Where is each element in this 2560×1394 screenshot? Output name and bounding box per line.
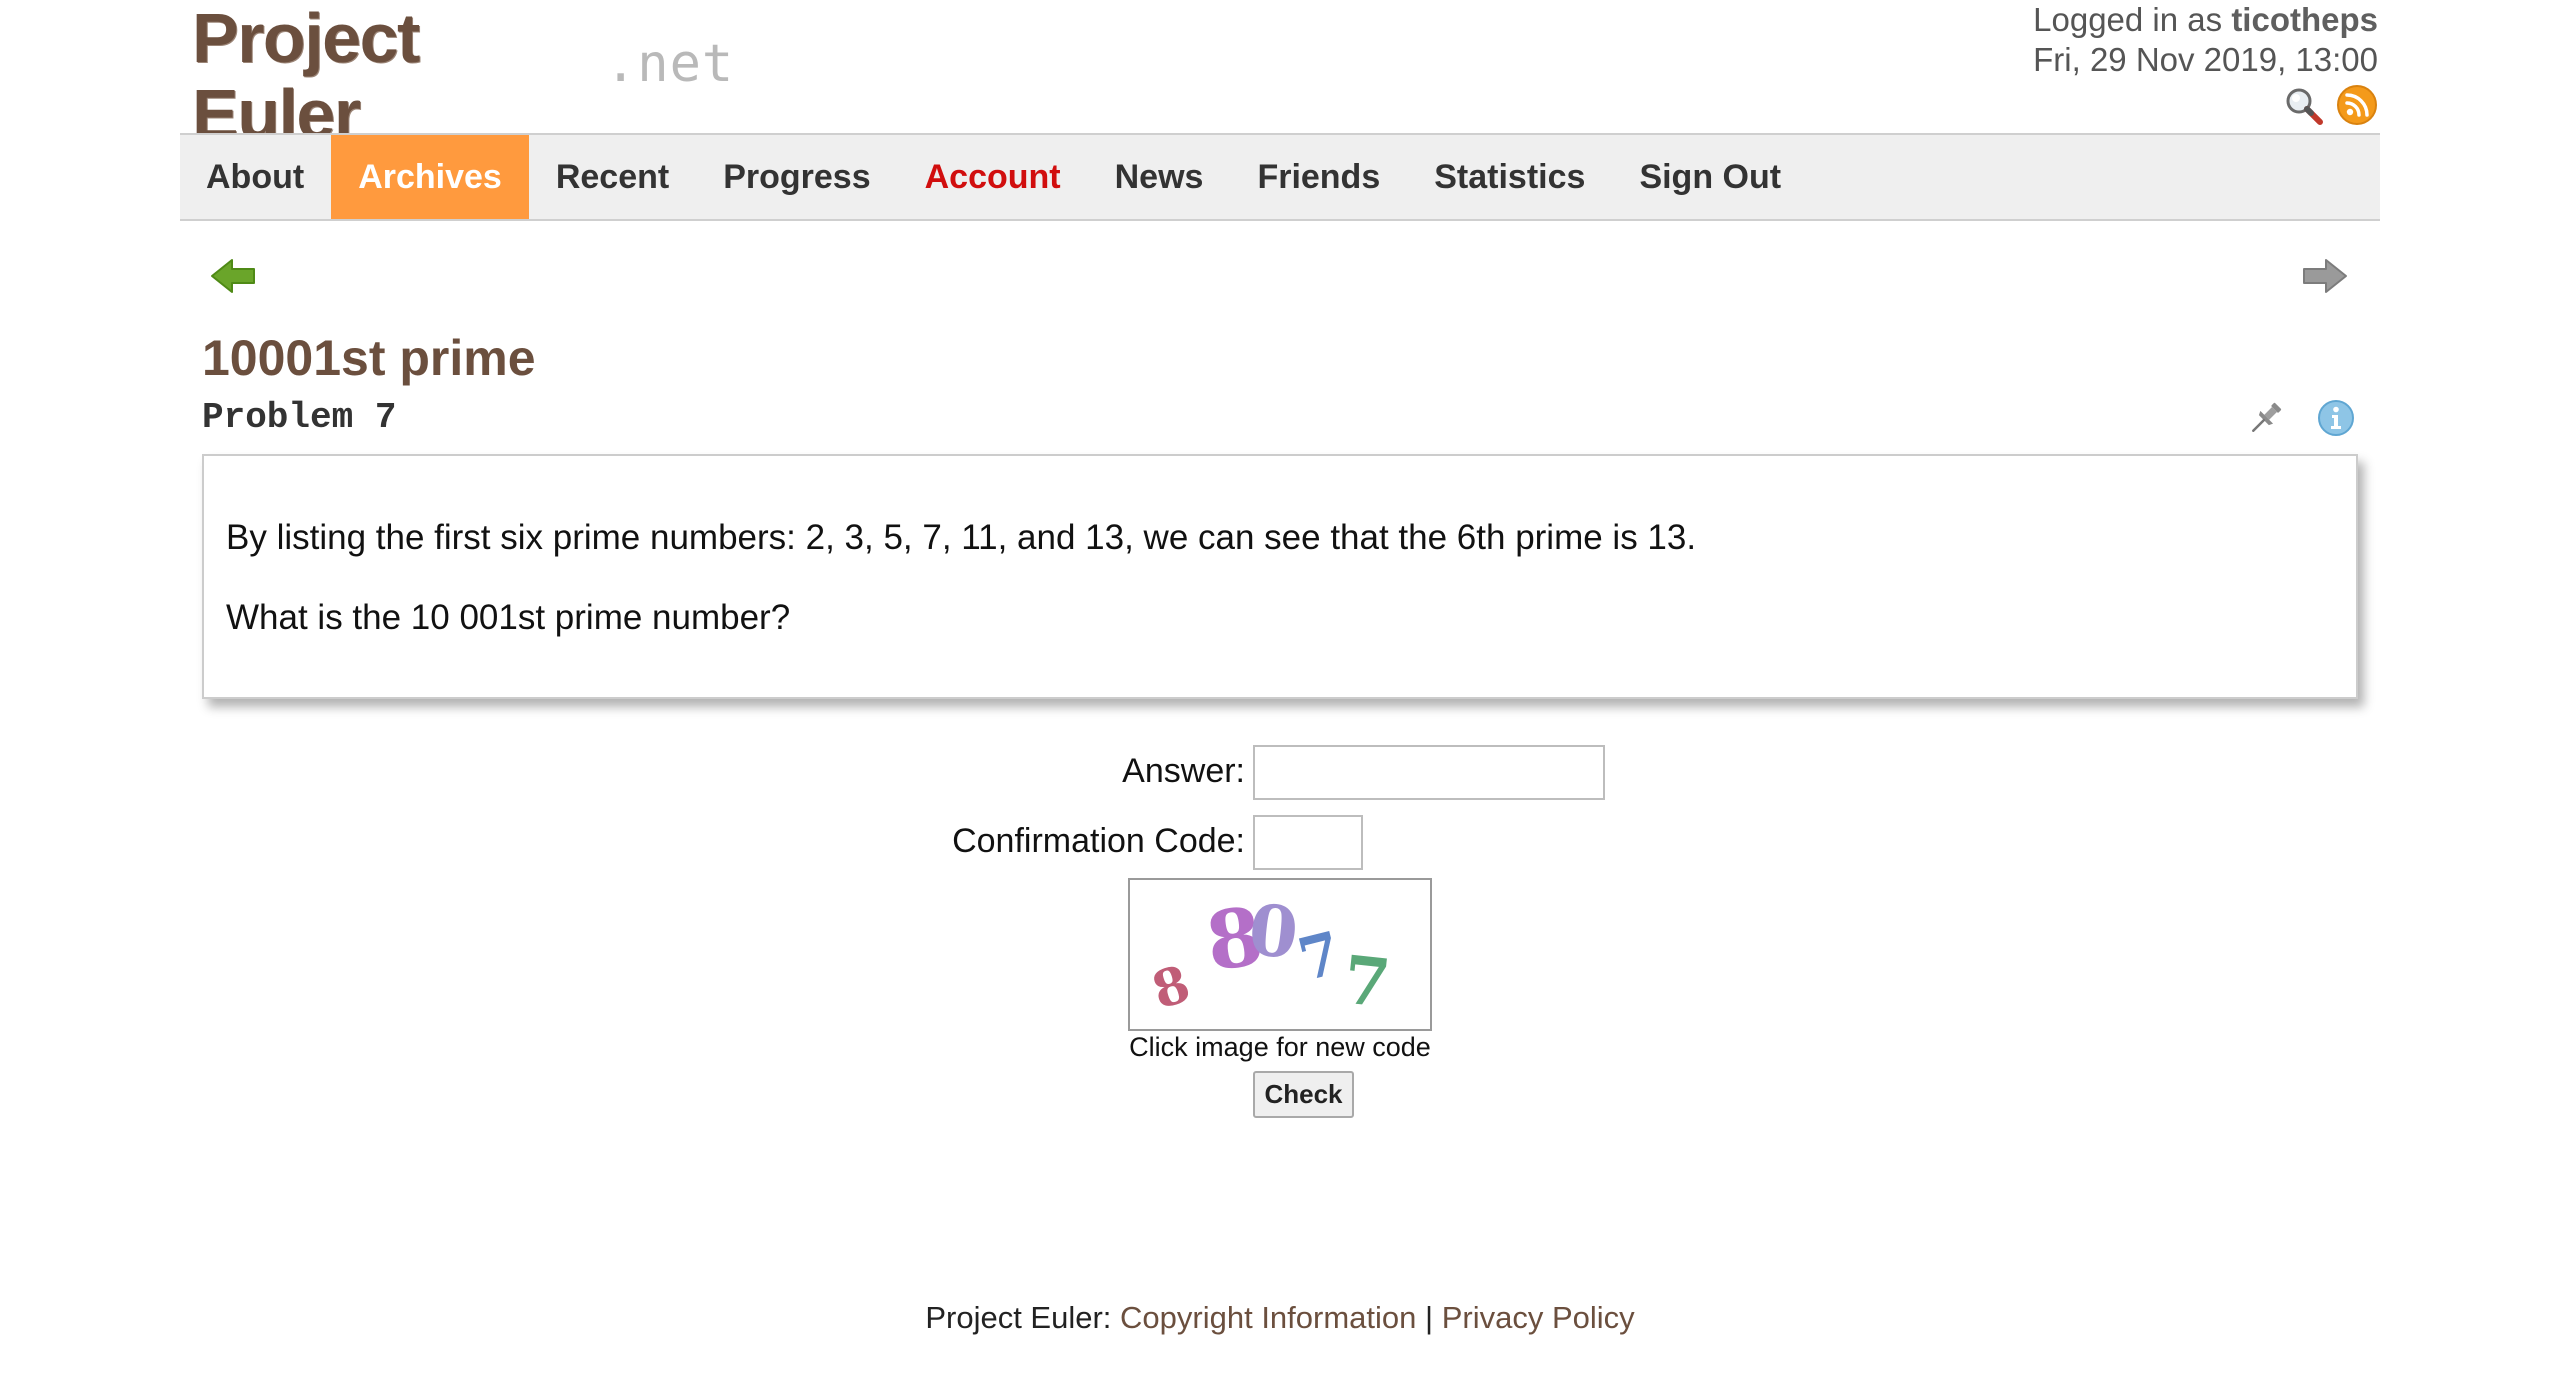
problem-title: 10001st prime [202, 330, 536, 386]
current-datetime: Fri, 29 Nov 2019, 13:00 [2033, 41, 2378, 78]
logo-text: Project Euler [192, 0, 420, 153]
main-nav: About Archives Recent Progress Account N… [180, 133, 2380, 221]
nav-sign-out[interactable]: Sign Out [1612, 135, 1808, 219]
nav-progress[interactable]: Progress [696, 135, 897, 219]
nav-account[interactable]: Account [898, 135, 1088, 219]
footer-prefix: Project Euler: [925, 1300, 1112, 1335]
privacy-policy-link[interactable]: Privacy Policy [1442, 1300, 1635, 1335]
logged-in-line: Logged in as ticotheps [2033, 0, 2378, 40]
captcha-caption: Click image for new code [1129, 1032, 1431, 1062]
header-icons [2282, 84, 2378, 126]
previous-problem-arrow-icon[interactable] [210, 256, 256, 296]
username: ticotheps [2231, 1, 2378, 38]
rss-icon[interactable] [2336, 84, 2378, 126]
copyright-link[interactable]: Copyright Information [1120, 1300, 1416, 1335]
logo-suffix: .net [605, 34, 735, 94]
logged-in-prefix: Logged in as [2033, 1, 2223, 38]
pin-icon[interactable] [2246, 398, 2286, 438]
nav-friends[interactable]: Friends [1230, 135, 1407, 219]
svg-text:7: 7 [1340, 941, 1394, 1023]
nav-recent[interactable]: Recent [529, 135, 696, 219]
check-button[interactable]: Check [1253, 1071, 1354, 1118]
answer-input[interactable] [1253, 745, 1605, 800]
captcha-image[interactable]: 8 8 0 7 7 [1128, 878, 1432, 1031]
page: Project Euler .net Logged in as ticothep… [0, 0, 2560, 1394]
search-icon[interactable] [2282, 84, 2324, 126]
footer: Project Euler: Copyright Information | P… [0, 1298, 2560, 1338]
svg-text:7: 7 [1291, 918, 1347, 995]
next-problem-arrow-icon[interactable] [2302, 256, 2348, 296]
confirmation-code-label: Confirmation Code: [952, 822, 1245, 860]
svg-text:8: 8 [1145, 953, 1197, 1021]
problem-paragraph: By listing the first six prime numbers: … [226, 518, 1697, 557]
problem-icons [2246, 398, 2356, 438]
nav-archives[interactable]: Archives [331, 135, 529, 219]
nav-statistics[interactable]: Statistics [1407, 135, 1612, 219]
nav-news[interactable]: News [1088, 135, 1231, 219]
problem-number: Problem 7 [202, 397, 397, 438]
problem-content: By listing the first six prime numbers: … [202, 454, 2358, 699]
login-info: Logged in as ticotheps Fri, 29 Nov 2019,… [2033, 0, 2378, 80]
problem-question: What is the 10 001st prime number? [226, 598, 791, 637]
confirmation-code-input[interactable] [1253, 815, 1363, 870]
footer-separator: | [1425, 1300, 1434, 1335]
answer-label: Answer: [1122, 752, 1245, 790]
captcha-graphic: 8 8 0 7 7 [1145, 888, 1394, 1023]
nav-about[interactable]: About [180, 135, 331, 219]
info-icon[interactable] [2316, 398, 2356, 438]
